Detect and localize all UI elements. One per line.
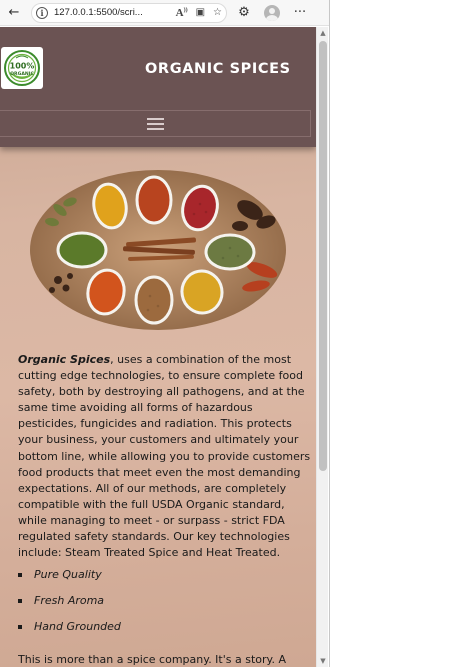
back-arrow-icon[interactable]: ← bbox=[3, 2, 25, 24]
more-menu-icon[interactable]: ··· bbox=[289, 2, 311, 24]
hamburger-menu-icon[interactable] bbox=[147, 117, 164, 131]
feature-item: Fresh Aroma bbox=[18, 593, 312, 619]
site-title: ORGANIC SPICES bbox=[145, 61, 291, 77]
logo-top-text: 100% bbox=[10, 62, 35, 71]
feature-item: Pure Quality bbox=[18, 567, 312, 593]
add-favorite-icon[interactable]: ☆ bbox=[213, 7, 222, 18]
url-text[interactable]: 127.0.0.1:5500/scri... bbox=[54, 7, 168, 18]
main-content: Organic Spices, uses a combination of th… bbox=[18, 352, 312, 645]
intro-paragraph: Organic Spices, uses a combination of th… bbox=[18, 352, 312, 561]
logo-bottom-text: ORGANIC bbox=[10, 71, 34, 77]
scroll-down-icon[interactable]: ▼ bbox=[317, 655, 329, 667]
intro-text: , uses a combination of the most cutting… bbox=[18, 353, 311, 560]
feature-item: Hand Grounded bbox=[18, 619, 312, 645]
immersive-reader-icon[interactable]: ▣ bbox=[196, 7, 205, 18]
brand-name: Organic Spices bbox=[18, 353, 111, 366]
features-list: Pure Quality Fresh Aroma Hand Grounded bbox=[18, 567, 312, 645]
info-icon[interactable]: i bbox=[36, 6, 48, 19]
spices-hero-image bbox=[30, 170, 286, 330]
story-text: This is more than a spice company. It's … bbox=[18, 653, 286, 666]
extensions-icon[interactable]: ⚙ bbox=[233, 2, 255, 24]
scroll-thumb[interactable] bbox=[319, 41, 327, 471]
read-aloud-icon[interactable]: A)) bbox=[176, 7, 188, 19]
browser-toolbar: ← i 127.0.0.1:5500/scri... A)) ▣ ☆ ⚙ ··· bbox=[0, 0, 329, 26]
scroll-up-icon[interactable]: ▲ bbox=[317, 27, 329, 39]
organic-logo[interactable]: 100% ORGANIC bbox=[1, 47, 43, 89]
browser-window: ← i 127.0.0.1:5500/scri... A)) ▣ ☆ ⚙ ··· bbox=[0, 0, 330, 667]
profile-avatar-icon bbox=[264, 4, 280, 21]
organic-badge-icon: 100% ORGANIC bbox=[4, 50, 40, 86]
site-header: 100% ORGANIC ORGANIC SPICES bbox=[0, 27, 316, 147]
desktop-background bbox=[330, 0, 476, 667]
address-bar[interactable]: i 127.0.0.1:5500/scri... A)) ▣ ☆ bbox=[31, 2, 227, 23]
nav-bar bbox=[0, 110, 311, 137]
page-viewport: 100% ORGANIC ORGANIC SPICES Organic Spic… bbox=[0, 27, 316, 667]
profile-button[interactable] bbox=[261, 2, 283, 24]
vertical-scrollbar[interactable]: ▲ ▼ bbox=[316, 27, 328, 667]
